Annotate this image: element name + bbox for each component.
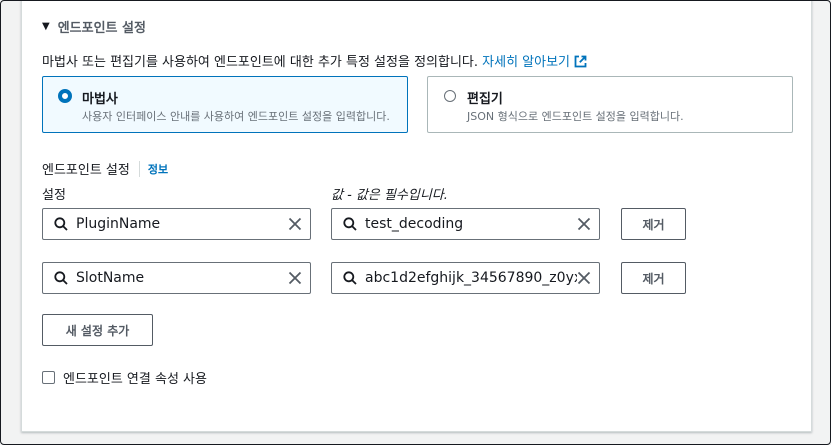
setting-key-input[interactable]: SlotName — [42, 262, 311, 294]
tile-wizard[interactable]: 마법사 사용자 인터페이스 안내를 사용하여 엔드포인트 설정을 입력합니다. — [42, 76, 408, 133]
editor-radio[interactable] — [444, 90, 456, 102]
clear-icon[interactable] — [577, 271, 591, 285]
remove-button[interactable]: 제거 — [621, 208, 686, 240]
clear-icon[interactable] — [288, 271, 302, 285]
connection-attributes-label: 엔드포인트 연결 속성 사용 — [63, 372, 207, 387]
clear-icon[interactable] — [577, 217, 591, 231]
learn-more-link[interactable]: 자세히 알아보기 — [482, 55, 587, 70]
search-icon — [343, 271, 357, 285]
add-setting-button[interactable]: 새 설정 추가 — [42, 314, 153, 346]
endpoint-settings-panel: ▼ 엔드포인트 설정 마법사 또는 편집기를 사용하여 엔드포인트에 대한 추가… — [21, 1, 812, 432]
learn-more-label: 자세히 알아보기 — [482, 55, 571, 70]
section-header[interactable]: ▼ 엔드포인트 설정 — [42, 17, 146, 36]
value-column-label: 값 - 값은 필수입니다. — [331, 188, 448, 203]
setting-value-text: abc1d2efghijk_34567890_z0yx9 — [365, 270, 577, 286]
key-column-label: 설정 — [42, 188, 66, 203]
settings-heading-text: 엔드포인트 설정 — [42, 163, 130, 178]
remove-button[interactable]: 제거 — [621, 262, 686, 294]
description: 마법사 또는 편집기를 사용하여 엔드포인트에 대한 추가 특정 설정을 정의합… — [42, 51, 587, 70]
setting-value-input[interactable]: abc1d2efghijk_34567890_z0yx9 — [331, 262, 600, 294]
description-text: 마법사 또는 편집기를 사용하여 엔드포인트에 대한 추가 특정 설정을 정의합… — [42, 55, 479, 70]
connection-attributes-checkbox[interactable] — [42, 371, 55, 384]
editor-desc: JSON 형식으로 엔드포인트 설정을 입력합니다. — [467, 110, 684, 123]
section-title: 엔드포인트 설정 — [57, 21, 146, 36]
setting-key-value: SlotName — [76, 270, 145, 286]
info-link[interactable]: 정보 — [138, 160, 168, 177]
setting-value-text: test_decoding — [365, 216, 464, 232]
setting-key-value: PluginName — [76, 216, 161, 232]
search-icon — [343, 217, 357, 231]
settings-heading: 엔드포인트 설정 정보 — [42, 159, 168, 178]
connection-attributes-row[interactable]: 엔드포인트 연결 속성 사용 — [42, 368, 207, 387]
search-icon — [54, 271, 68, 285]
setting-key-input[interactable]: PluginName — [42, 208, 311, 240]
wizard-desc: 사용자 인터페이스 안내를 사용하여 엔드포인트 설정을 입력합니다. — [82, 110, 390, 123]
window: ▼ 엔드포인트 설정 마법사 또는 편집기를 사용하여 엔드포인트에 대한 추가… — [0, 0, 831, 445]
external-link-icon — [574, 55, 587, 68]
editor-label: 편집기 — [467, 92, 503, 107]
caret-down-icon[interactable]: ▼ — [42, 21, 50, 32]
clear-icon[interactable] — [288, 217, 302, 231]
setting-value-input[interactable]: test_decoding — [331, 208, 600, 240]
wizard-radio[interactable] — [58, 89, 72, 103]
tile-editor[interactable]: 편집기 JSON 형식으로 엔드포인트 설정을 입력합니다. — [427, 76, 793, 133]
search-icon — [54, 217, 68, 231]
wizard-label: 마법사 — [82, 92, 118, 107]
